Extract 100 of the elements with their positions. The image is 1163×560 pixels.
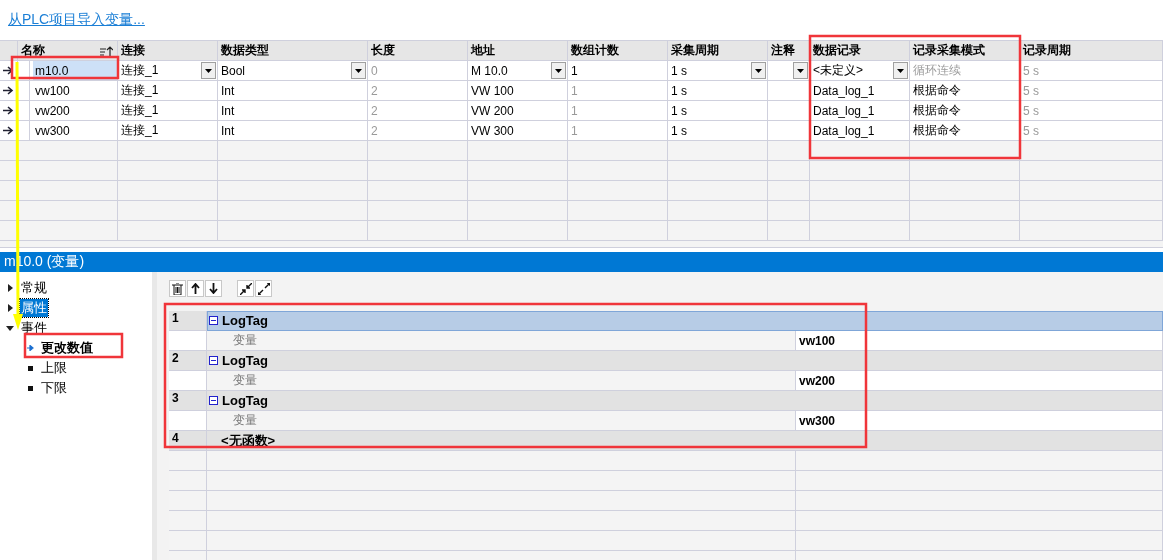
- array-count-cell: 1: [568, 81, 668, 101]
- caret-icon: [205, 68, 212, 73]
- parameter-value[interactable]: vw300: [796, 411, 1163, 431]
- function-name: LogTag: [222, 353, 268, 368]
- column-header[interactable]: 注释: [768, 40, 810, 61]
- bullet-icon: [27, 385, 33, 391]
- length-cell: 2: [368, 81, 468, 101]
- tree-item[interactable]: 属性: [20, 299, 48, 317]
- column-header[interactable]: 名称: [18, 40, 118, 61]
- caret-icon: [797, 68, 804, 73]
- expanded-icon[interactable]: [6, 325, 14, 331]
- move-down-button[interactable]: [205, 280, 222, 297]
- column-header[interactable]: 连接: [118, 40, 218, 61]
- dropdown-button[interactable]: [351, 62, 366, 79]
- bullet-icon: [27, 365, 33, 371]
- address-dropdown[interactable]: M 10.0: [468, 61, 568, 81]
- connection-dropdown[interactable]: 连接_1: [118, 61, 218, 81]
- log-mode-cell: 循环连续: [910, 61, 1020, 81]
- dropdown-button[interactable]: [793, 62, 808, 79]
- address-cell: VW 300: [468, 121, 568, 141]
- dropdown-button[interactable]: [201, 62, 216, 79]
- row-number: 3: [169, 391, 207, 411]
- comment-dropdown[interactable]: [768, 61, 810, 81]
- collapsed-icon[interactable]: [7, 284, 13, 292]
- length-cell: 2: [368, 121, 468, 141]
- data-type-dropdown[interactable]: Bool: [218, 61, 368, 81]
- collapse-all-button[interactable]: [237, 280, 254, 297]
- data-log-cell: Data_log_1: [810, 121, 910, 141]
- down-arrow-icon: [209, 283, 218, 294]
- collapsed-icon[interactable]: [7, 304, 13, 312]
- function-row[interactable]: LogTag: [207, 391, 1163, 411]
- data-type-cell: Int: [218, 101, 368, 121]
- tree-item[interactable]: 下限: [40, 379, 68, 397]
- up-arrow-icon: [191, 283, 200, 294]
- cycle-cell: 1 s: [668, 121, 768, 141]
- cycle-cell: 1 s: [668, 81, 768, 101]
- address-cell: VW 100: [468, 81, 568, 101]
- move-up-button[interactable]: [187, 280, 204, 297]
- parameter-name: 变量: [207, 331, 796, 351]
- row-arrow-icon: [3, 106, 14, 115]
- length-cell: 0: [368, 61, 468, 81]
- parameter-value[interactable]: vw100: [796, 331, 1163, 351]
- collapse-icon: [239, 282, 252, 295]
- parameter-name: 变量: [207, 371, 796, 391]
- expand-all-button[interactable]: [255, 280, 272, 297]
- data-type-cell: Int: [218, 81, 368, 101]
- dropdown-button[interactable]: [751, 62, 766, 79]
- tree-item[interactable]: 常规: [20, 279, 48, 297]
- column-header[interactable]: 长度: [368, 40, 468, 61]
- name-cell[interactable]: vw200: [18, 101, 118, 121]
- name-cell[interactable]: vw100: [18, 81, 118, 101]
- collapse-node-icon[interactable]: [209, 356, 218, 365]
- collapse-node-icon[interactable]: [209, 316, 218, 325]
- dropdown-button[interactable]: [893, 62, 908, 79]
- caret-icon: [355, 68, 362, 73]
- column-header[interactable]: 数据类型: [218, 40, 368, 61]
- row-arrow-icon: [3, 86, 14, 95]
- log-cycle-cell: 5 s: [1020, 61, 1163, 81]
- expand-icon: [257, 282, 270, 295]
- caret-icon: [555, 68, 562, 73]
- connection-cell: 连接_1: [118, 81, 218, 101]
- parameter-name: 变量: [207, 411, 796, 431]
- column-header[interactable]: 记录周期: [1020, 40, 1163, 61]
- parameter-value[interactable]: vw200: [796, 371, 1163, 391]
- function-row[interactable]: LogTag: [207, 351, 1163, 371]
- tree-item[interactable]: 更改数值: [40, 339, 94, 357]
- row-arrow-icon: [3, 66, 14, 75]
- length-cell: 2: [368, 101, 468, 121]
- column-header[interactable]: 数组计数: [568, 40, 668, 61]
- arrow-bullet-icon: [26, 345, 34, 351]
- function-name: LogTag: [222, 313, 268, 328]
- column-header[interactable]: 地址: [468, 40, 568, 61]
- connection-cell: 连接_1: [118, 121, 218, 141]
- column-header[interactable]: 数据记录: [810, 40, 910, 61]
- row-arrow-icon: [3, 126, 14, 135]
- column-header[interactable]: 记录采集模式: [910, 40, 1020, 61]
- comment-cell: [768, 121, 810, 141]
- data-log-cell: Data_log_1: [810, 101, 910, 121]
- dropdown-button[interactable]: [551, 62, 566, 79]
- data-log-cell: Data_log_1: [810, 81, 910, 101]
- cycle-dropdown[interactable]: 1 s: [668, 61, 768, 81]
- row-number: 1: [169, 311, 207, 331]
- log-mode-cell: 根据命令: [910, 101, 1020, 121]
- function-name: LogTag: [222, 393, 268, 408]
- tree-item[interactable]: 事件: [20, 319, 48, 337]
- sort-icon[interactable]: [100, 45, 113, 56]
- connection-cell: 连接_1: [118, 101, 218, 121]
- name-cell[interactable]: vw300: [18, 121, 118, 141]
- comment-cell: [768, 101, 810, 121]
- comment-cell: [768, 81, 810, 101]
- delete-button[interactable]: [169, 280, 186, 297]
- column-header[interactable]: 采集周期: [668, 40, 768, 61]
- array-count-cell: 1: [568, 101, 668, 121]
- import-variables-link[interactable]: 从PLC项目导入变量...: [8, 11, 145, 29]
- function-row[interactable]: LogTag: [207, 311, 1163, 331]
- trash-icon: [172, 282, 183, 295]
- collapse-node-icon[interactable]: [209, 396, 218, 405]
- tree-item[interactable]: 上限: [40, 359, 68, 377]
- data-log-dropdown[interactable]: <未定义>: [810, 61, 910, 81]
- row-number: 2: [169, 351, 207, 371]
